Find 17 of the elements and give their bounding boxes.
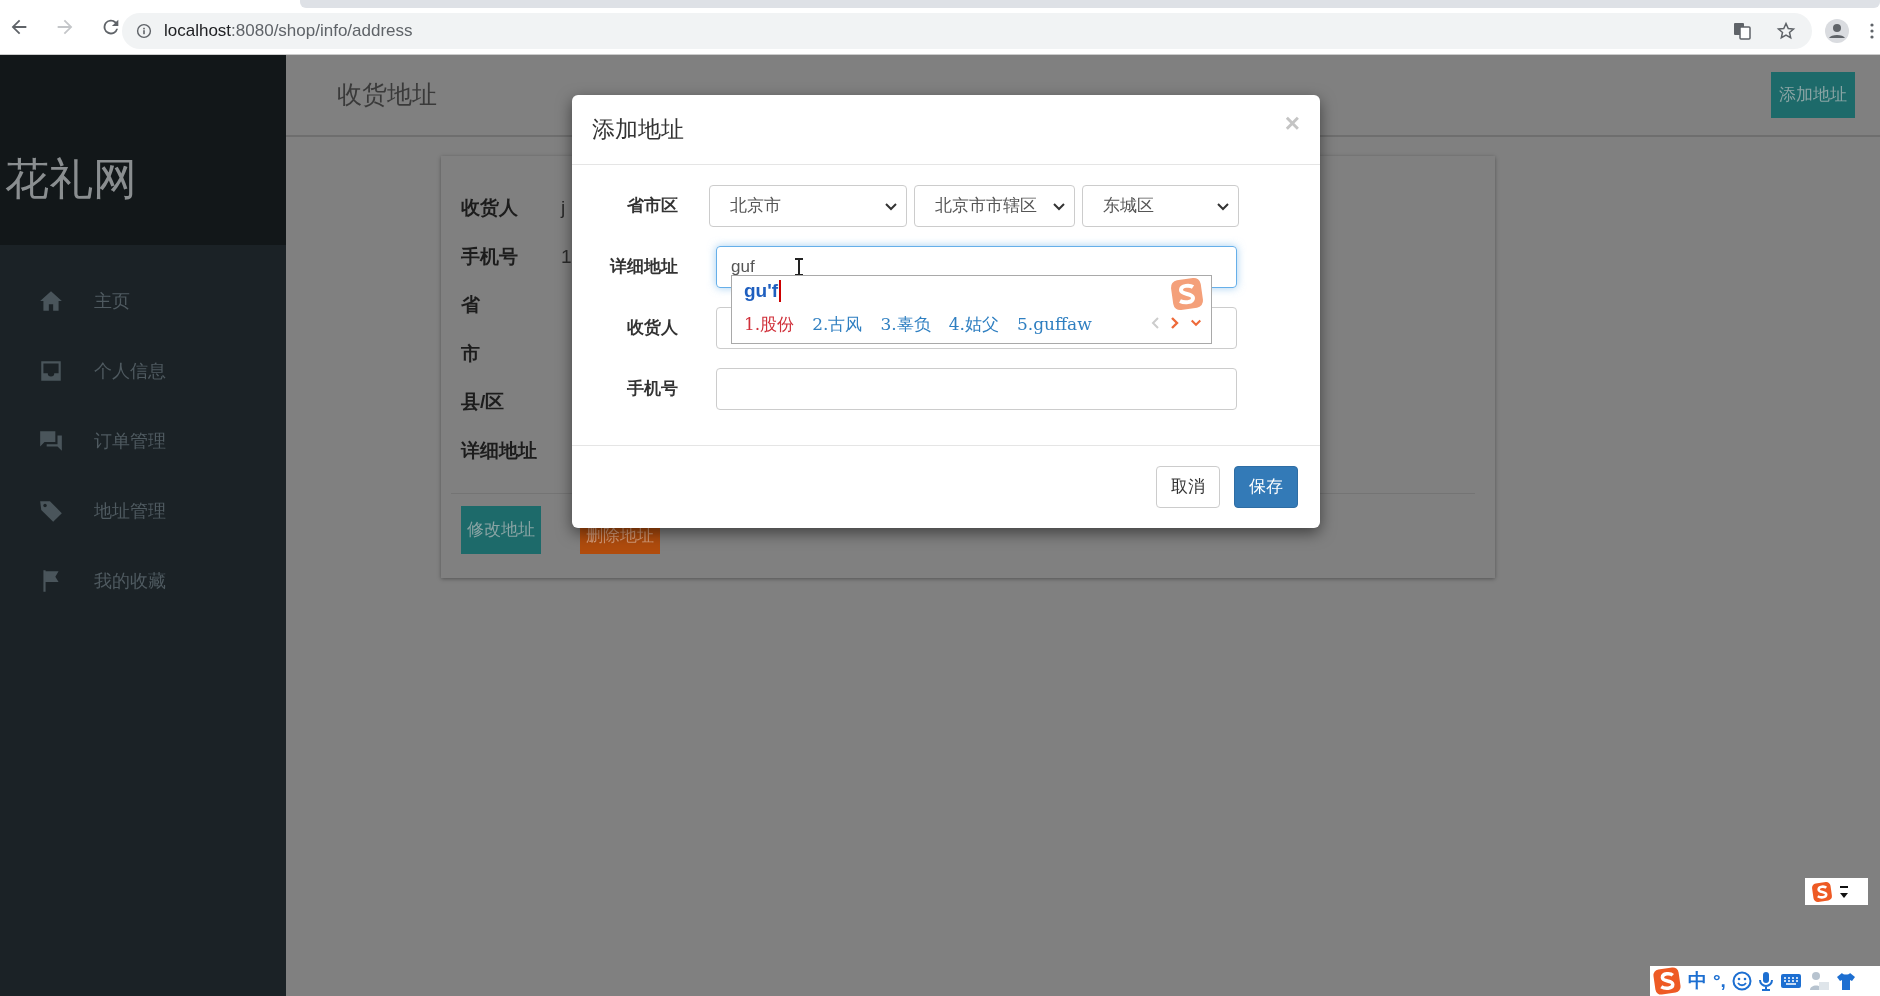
form-label: 省市区 <box>626 194 678 217</box>
url-text: localhost:8080/shop/info/address <box>164 20 413 43</box>
form-label: 详细地址 <box>608 255 678 278</box>
field-label: 收货人 <box>461 196 519 220</box>
page-title: 收货地址 <box>337 79 437 111</box>
field-label: 省 <box>461 293 481 317</box>
ime-composition: gu'f <box>744 280 782 302</box>
field-label: 市 <box>461 341 481 366</box>
site-logo: 花礼网 <box>5 153 137 205</box>
field-label: 详细地址 <box>461 438 538 463</box>
form-label: 手机号 <box>626 377 678 400</box>
field-value: j <box>561 196 566 220</box>
form-label: 收货人 <box>626 316 678 339</box>
field-value: 1 <box>561 244 572 269</box>
field-label: 手机号 <box>461 244 519 269</box>
field-label: 县/区 <box>461 390 506 414</box>
modal-title: 添加地址 <box>592 115 684 145</box>
